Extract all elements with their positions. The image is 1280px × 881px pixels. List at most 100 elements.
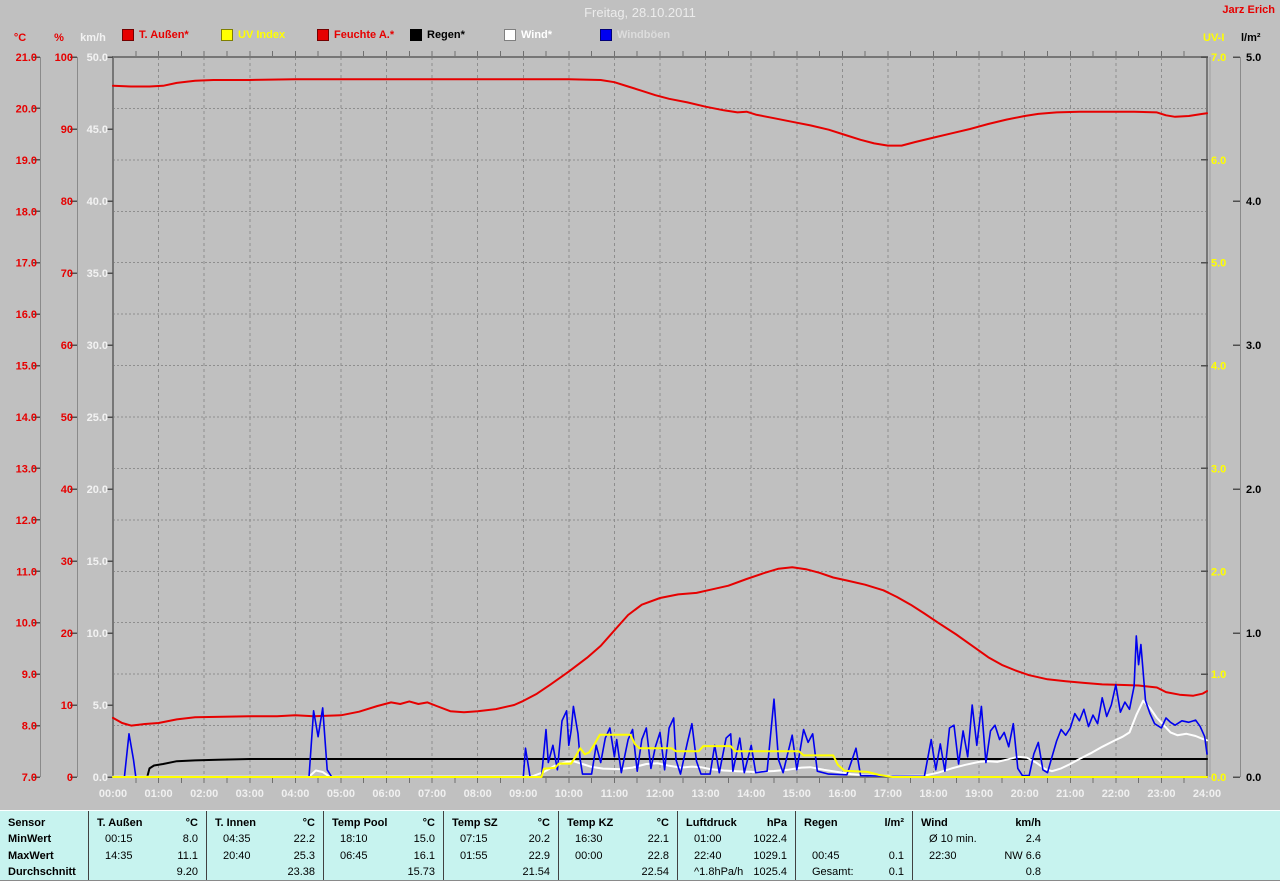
- table-column-2: T. Innen °C 04:35 22.2 20:40 25.3 23.38: [206, 811, 323, 880]
- stat-time: ^1.8hPa/h: [694, 866, 744, 879]
- stat-value: 15.0: [413, 833, 435, 846]
- axis-label: 0.0: [93, 772, 108, 784]
- axis-label: 14:00: [737, 788, 765, 800]
- weather-chart: 21.0 20.0 19.0 18.0 17.0 16.0 15.0 14.0 13.0 12.0…: [14, 32, 1261, 800]
- axis-label: 16.0: [16, 309, 37, 321]
- axis-label: 12:00: [646, 788, 674, 800]
- stat-value: 0.1: [888, 849, 904, 862]
- axis-label: 5.0: [93, 700, 108, 712]
- axis-label: 10.0: [16, 618, 37, 630]
- stat-time: 16:30: [575, 833, 603, 846]
- stat-value: 11.1: [177, 849, 198, 862]
- stat-time: 18:10: [340, 833, 368, 846]
- table-column-3: Temp Pool °C 18:10 15.0 06:45 16.1 15.73: [323, 811, 443, 880]
- table-row: 16:30 22.1: [559, 831, 677, 847]
- sensor-name: Wind: [921, 817, 948, 830]
- table-row: 01:00 1022.4: [678, 831, 795, 847]
- stat-time: Ø 10 min.: [929, 833, 977, 846]
- axis-label: 13.0: [16, 463, 37, 475]
- axis-label: 03:00: [236, 788, 264, 800]
- axis-label: l/m²: [1241, 32, 1261, 44]
- stat-time: 22:30: [929, 849, 957, 862]
- sensor-unit: °C: [185, 817, 198, 830]
- axis-label: 40.0: [87, 196, 108, 208]
- stat-value: 25.3: [293, 849, 315, 862]
- axis-label: 8.0: [22, 721, 37, 733]
- sensor-unit: °C: [302, 817, 315, 830]
- axis-label: 10:00: [555, 788, 583, 800]
- table-row: 15.73: [324, 864, 443, 880]
- stat-value: 22.54: [641, 866, 669, 879]
- axis-label: 40: [61, 484, 73, 496]
- stat-value: 23.38: [287, 866, 315, 879]
- stat-value: 1022.4: [753, 833, 787, 846]
- sensor-unit: km/h: [1015, 817, 1041, 830]
- axis-label: 0.0: [1211, 772, 1226, 784]
- axis-label: 15.0: [16, 361, 37, 373]
- table-header: Temp SZ °C: [444, 815, 558, 831]
- axis-label: 35.0: [87, 268, 108, 280]
- stat-value: 1025.4: [753, 866, 787, 879]
- axis-label: 5.0: [1211, 258, 1226, 270]
- table-row: ^1.8hPa/h 1025.4: [678, 864, 795, 880]
- axis-label: 19.0: [16, 155, 37, 167]
- axis-label: UV-I: [1203, 32, 1224, 44]
- axis-label: 1.0: [1211, 669, 1226, 681]
- axis-label: 18.0: [16, 206, 37, 218]
- axis-label: 70: [61, 268, 73, 280]
- axis-label: 7.0: [22, 772, 37, 784]
- axis-label: 23:00: [1147, 788, 1175, 800]
- sensor-unit: °C: [537, 817, 550, 830]
- stat-value: 9.20: [176, 866, 198, 879]
- stat-value: 22.8: [647, 849, 669, 862]
- stat-value: 8.0: [182, 833, 198, 846]
- sensor-name: Temp KZ: [567, 817, 614, 830]
- axis-label: 04:00: [281, 788, 309, 800]
- axis-label: 10.0: [87, 628, 108, 640]
- stat-value: 2.4: [1025, 833, 1041, 846]
- table-row: Gesamt: 0.1: [796, 864, 912, 880]
- table-row: 0.8: [913, 864, 1049, 880]
- axis-label: 17:00: [874, 788, 902, 800]
- stat-value: 22.1: [647, 833, 669, 846]
- axis-label: 08:00: [464, 788, 492, 800]
- table-header: Regen l/m²: [796, 815, 912, 831]
- sensor-name: T. Innen: [215, 817, 256, 830]
- wind-column-inner: Wind km/h Ø 10 min. 2.4 22:30 NW 6.6 0.8: [913, 815, 1049, 880]
- axis-label: 50: [61, 412, 73, 424]
- table-header: Temp KZ °C: [559, 815, 677, 831]
- axis-label: 20.0: [16, 103, 37, 115]
- axis-label: 90: [61, 124, 73, 136]
- table-row: 21.54: [444, 864, 558, 880]
- axis-label: 00:00: [99, 788, 127, 800]
- stat-time: Gesamt:: [812, 866, 854, 879]
- axis-label: 1.0: [1246, 628, 1261, 640]
- axis-label: 01:00: [145, 788, 173, 800]
- axis-label: 5.0: [1246, 52, 1261, 64]
- axis-label: 25.0: [87, 412, 108, 424]
- stat-time: 00:15: [105, 833, 133, 846]
- sensor-unit: °C: [656, 817, 669, 830]
- axis-label: 11:00: [601, 788, 629, 800]
- axis-label: 09:00: [509, 788, 537, 800]
- table-header: T. Außen °C: [89, 815, 206, 831]
- table-row: 04:35 22.2: [207, 831, 323, 847]
- sensor-unit: °C: [422, 817, 435, 830]
- table-row: [796, 831, 912, 847]
- axis-label: 6.0: [1211, 155, 1226, 167]
- stat-value: 1029.1: [753, 849, 787, 862]
- sensor-name: Temp Pool: [332, 817, 388, 830]
- axis-label: 3.0: [1211, 463, 1226, 475]
- stat-time: 20:40: [223, 849, 251, 862]
- table-row-label: MaxWert: [8, 849, 54, 862]
- axis-label: 12.0: [16, 515, 37, 527]
- axis-label: 60: [61, 340, 73, 352]
- table-row: 9.20: [89, 864, 206, 880]
- table-column-7: Regen l/m² 00:45 0.1 Gesamt: 0.1: [795, 811, 912, 880]
- table-row: 23.38: [207, 864, 323, 880]
- stat-time: 04:35: [223, 833, 251, 846]
- stat-value: 20.2: [528, 833, 550, 846]
- stat-value: 22.2: [293, 833, 315, 846]
- sensor-name: T. Außen: [97, 817, 143, 830]
- axis-label: 50.0: [87, 52, 108, 64]
